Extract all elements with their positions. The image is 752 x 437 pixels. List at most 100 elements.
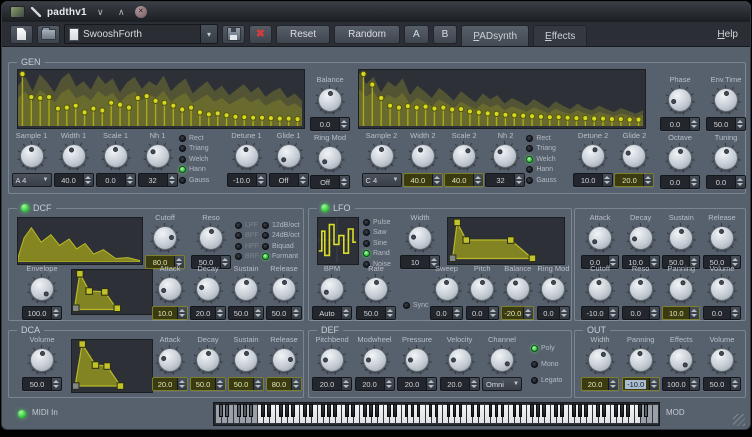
black-key[interactable] [411,404,415,417]
sustain-knob[interactable] [231,274,261,304]
spin-arrows[interactable] [51,307,61,319]
sample-1-dropdown[interactable]: A 4▼ [12,173,52,187]
spin-arrows[interactable] [125,174,135,186]
detune-1-knob[interactable] [232,141,262,171]
spin-down-icon[interactable] [524,313,533,319]
preset-combo[interactable]: SwooshForth ▾ [64,24,218,44]
glide-1-spinbox[interactable]: Off [269,173,309,187]
dca-envelope-display[interactable] [71,339,153,393]
scale-2-spinbox[interactable]: 40.0 [444,173,484,187]
spin-arrows[interactable] [649,307,659,319]
decay-knob[interactable] [626,223,656,253]
rate-spinbox[interactable]: 50.0 [356,306,396,320]
help-button[interactable]: Help [717,29,738,40]
black-key[interactable] [285,404,289,417]
phase-spinbox[interactable]: 0.0 [660,117,700,131]
sample-2-knob[interactable] [367,141,397,171]
volume-spinbox[interactable]: 0.0 [703,306,741,320]
width-1-knob[interactable] [59,141,89,171]
spin-arrows[interactable] [432,174,442,186]
modwheel-spinbox[interactable]: 20.0 [355,377,395,391]
spin-down-icon[interactable] [52,313,61,319]
nh-2-spinbox[interactable]: 32 [485,173,525,187]
spin-arrows[interactable] [735,176,745,188]
black-key[interactable] [309,404,313,417]
spin-down-icon[interactable] [299,180,308,186]
sweep-spinbox[interactable]: 0.0 [430,306,463,320]
spin-arrows[interactable] [602,174,612,186]
black-key[interactable] [626,404,630,417]
spin-down-icon[interactable] [690,313,699,319]
panning-knob[interactable] [666,274,696,304]
effects-spinbox[interactable]: 100.0 [662,377,700,391]
spin-down-icon[interactable] [433,180,442,186]
keyboard[interactable] [213,402,660,426]
pressure-knob[interactable] [402,345,432,375]
spin-down-icon[interactable] [560,313,569,319]
spin-arrows[interactable] [256,174,266,186]
black-key[interactable] [495,404,499,417]
spin-arrows[interactable] [253,307,263,319]
black-key[interactable] [261,404,265,417]
cutoff-knob[interactable] [585,274,615,304]
black-key[interactable] [303,404,307,417]
spin-down-icon[interactable] [168,180,177,186]
spin-down-icon[interactable] [342,384,351,390]
sine-radio[interactable]: Sine [363,238,391,249]
gauss-radio[interactable]: Gauss [526,175,572,186]
spin-down-icon[interactable] [603,180,612,186]
lfo-led[interactable] [321,204,329,212]
sustain-spinbox[interactable]: 50.0 [228,377,264,391]
scale-2-knob[interactable] [449,141,479,171]
black-key[interactable] [602,404,606,417]
black-key[interactable] [542,404,546,417]
open-preset-button[interactable] [37,25,60,44]
ring-mod-knob[interactable] [538,274,568,304]
attack-knob[interactable] [155,274,185,304]
dcf-envelope-display[interactable] [71,269,153,315]
pitchbend-spinbox[interactable]: 20.0 [312,377,352,391]
spin-arrows[interactable] [523,307,533,319]
spin-down-icon[interactable] [340,124,349,130]
spin-arrows[interactable] [384,378,394,390]
release-knob[interactable] [707,223,737,253]
black-key[interactable] [387,404,391,417]
env-time-knob[interactable] [711,85,741,115]
spin-down-icon[interactable] [453,313,462,319]
welch-radio[interactable]: Welch [526,154,572,165]
pitch-spinbox[interactable]: 0.0 [466,306,499,320]
random-button[interactable]: Random [334,25,400,44]
rect-radio[interactable]: Rect [179,133,225,144]
sweep-knob[interactable] [432,274,462,304]
spin-arrows[interactable] [608,307,618,319]
reset-button[interactable]: Reset [276,25,330,44]
tuning-a-button[interactable]: A [404,25,429,44]
envelope-knob[interactable] [27,274,57,304]
spin-arrows[interactable] [341,307,351,319]
spin-down-icon[interactable] [644,180,653,186]
width-1-spinbox[interactable]: 40.0 [54,173,94,187]
scale-1-spinbox[interactable]: 0.0 [96,173,136,187]
reso-knob[interactable] [626,274,656,304]
black-key[interactable] [351,404,355,417]
decay-knob[interactable] [193,274,223,304]
spin-arrows[interactable] [426,378,436,390]
black-key[interactable] [345,404,349,417]
black-key[interactable] [614,404,618,417]
black-key[interactable] [219,404,223,417]
cutoff-spinbox[interactable]: -10.0 [581,306,619,320]
triang-radio[interactable]: Triang [526,144,572,155]
detune-2-spinbox[interactable]: 10.0 [573,173,613,187]
black-key[interactable] [267,404,271,417]
24db-oct-radio[interactable]: 24dB/oct [262,231,300,242]
width-2-knob[interactable] [408,141,438,171]
black-key[interactable] [596,404,600,417]
spin-arrows[interactable] [339,176,349,188]
octave-spinbox[interactable]: 0.0 [660,175,700,189]
black-key[interactable] [453,404,457,417]
cutoff-knob[interactable] [150,223,180,253]
tab-padsynth[interactable]: PADsynth [461,25,529,46]
spin-down-icon[interactable] [340,182,349,188]
balance-spinbox[interactable]: -20.0 [501,306,534,320]
spin-arrows[interactable] [298,174,308,186]
